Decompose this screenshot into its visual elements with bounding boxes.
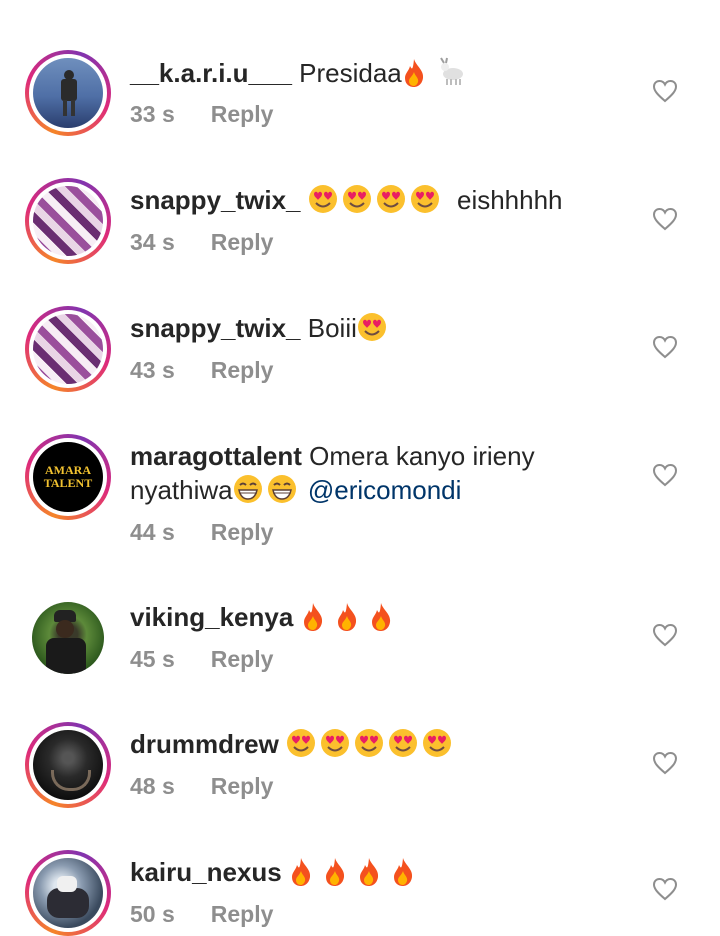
- fire-emoji-icon: [323, 857, 347, 887]
- grinning-emoji-icon: [233, 474, 263, 504]
- timestamp: 44 s: [130, 519, 175, 545]
- fire-emoji-icon: [301, 602, 325, 632]
- username[interactable]: kairu_nexus: [130, 857, 282, 887]
- timestamp: 45 s: [130, 646, 175, 672]
- heart-outline-icon[interactable]: [652, 335, 678, 359]
- heart-outline-icon[interactable]: [652, 877, 678, 901]
- username[interactable]: __k.a.r.i.u___: [130, 58, 292, 88]
- heart-eyes-emoji-icon: [422, 728, 452, 758]
- timestamp: 34 s: [130, 229, 175, 255]
- heart-eyes-emoji-icon: [354, 728, 384, 758]
- story-ring[interactable]: [25, 850, 111, 936]
- reply-button[interactable]: Reply: [211, 101, 274, 127]
- avatar[interactable]: [33, 858, 103, 928]
- reply-button[interactable]: Reply: [211, 646, 274, 672]
- reply-button[interactable]: Reply: [211, 357, 274, 383]
- timestamp: 50 s: [130, 901, 175, 927]
- avatar[interactable]: [33, 58, 103, 128]
- heart-outline-icon[interactable]: [652, 207, 678, 231]
- fire-emoji-icon: [289, 857, 313, 887]
- avatar[interactable]: [32, 602, 104, 674]
- avatar[interactable]: [33, 730, 103, 800]
- heart-outline-icon[interactable]: [652, 463, 678, 487]
- heart-eyes-emoji-icon: [376, 184, 406, 214]
- comment-meta: 44 s Reply: [130, 519, 273, 546]
- comment-text: kairu_nexus: [130, 855, 630, 889]
- story-ring[interactable]: AMARA TALENT: [25, 434, 111, 520]
- comment-meta: 33 s Reply: [130, 101, 273, 128]
- fire-emoji-icon: [357, 857, 381, 887]
- username[interactable]: snappy_twix_: [130, 313, 301, 343]
- username[interactable]: drummdrew: [130, 729, 279, 759]
- goat-emoji-icon: [436, 55, 468, 87]
- reply-button[interactable]: Reply: [211, 229, 274, 255]
- username[interactable]: viking_kenya: [130, 602, 293, 632]
- grinning-emoji-icon: [267, 474, 297, 504]
- heart-eyes-emoji-icon: [410, 184, 440, 214]
- avatar[interactable]: [33, 186, 103, 256]
- timestamp: 48 s: [130, 773, 175, 799]
- story-ring[interactable]: [25, 306, 111, 392]
- heart-outline-icon[interactable]: [652, 623, 678, 647]
- heart-eyes-emoji-icon: [308, 184, 338, 214]
- username[interactable]: snappy_twix_: [130, 185, 301, 215]
- comment-text: __k.a.r.i.u___ Presidaa: [130, 55, 630, 90]
- heart-eyes-emoji-icon: [357, 312, 387, 342]
- story-ring[interactable]: [25, 722, 111, 808]
- avatar-logo: AMARA TALENT: [43, 463, 93, 490]
- comment-text: snappy_twix_ eishhhhh: [130, 184, 563, 215]
- comment-text: maragottalent Omera kanyo irieny nyathiw…: [130, 441, 535, 505]
- heart-eyes-emoji-icon: [286, 728, 316, 758]
- heart-outline-icon[interactable]: [652, 751, 678, 775]
- heart-eyes-emoji-icon: [388, 728, 418, 758]
- heart-outline-icon[interactable]: [652, 79, 678, 103]
- reply-button[interactable]: Reply: [211, 901, 274, 927]
- comment-meta: 34 s Reply: [130, 229, 273, 256]
- fire-emoji-icon: [369, 602, 393, 632]
- avatar[interactable]: AMARA TALENT: [33, 442, 103, 512]
- reply-button[interactable]: Reply: [211, 519, 274, 545]
- story-ring[interactable]: [25, 178, 111, 264]
- comment-text: snappy_twix_ Boiii: [130, 311, 630, 345]
- comment-meta: 50 s Reply: [130, 901, 273, 928]
- heart-eyes-emoji-icon: [320, 728, 350, 758]
- comment-meta: 48 s Reply: [130, 773, 273, 800]
- comment-meta: 45 s Reply: [130, 646, 273, 673]
- story-ring[interactable]: [25, 50, 111, 136]
- fire-emoji-icon: [391, 857, 415, 887]
- mention-link[interactable]: @ericomondi: [308, 475, 462, 505]
- comment-text: viking_kenya: [130, 600, 630, 634]
- avatar[interactable]: [33, 314, 103, 384]
- fire-emoji-icon: [335, 602, 359, 632]
- comment-meta: 43 s Reply: [130, 357, 273, 384]
- timestamp: 33 s: [130, 101, 175, 127]
- comment-text: drummdrew: [130, 727, 630, 761]
- fire-emoji-icon: [402, 58, 426, 88]
- heart-eyes-emoji-icon: [342, 184, 372, 214]
- timestamp: 43 s: [130, 357, 175, 383]
- reply-button[interactable]: Reply: [211, 773, 274, 799]
- username[interactable]: maragottalent: [130, 441, 302, 471]
